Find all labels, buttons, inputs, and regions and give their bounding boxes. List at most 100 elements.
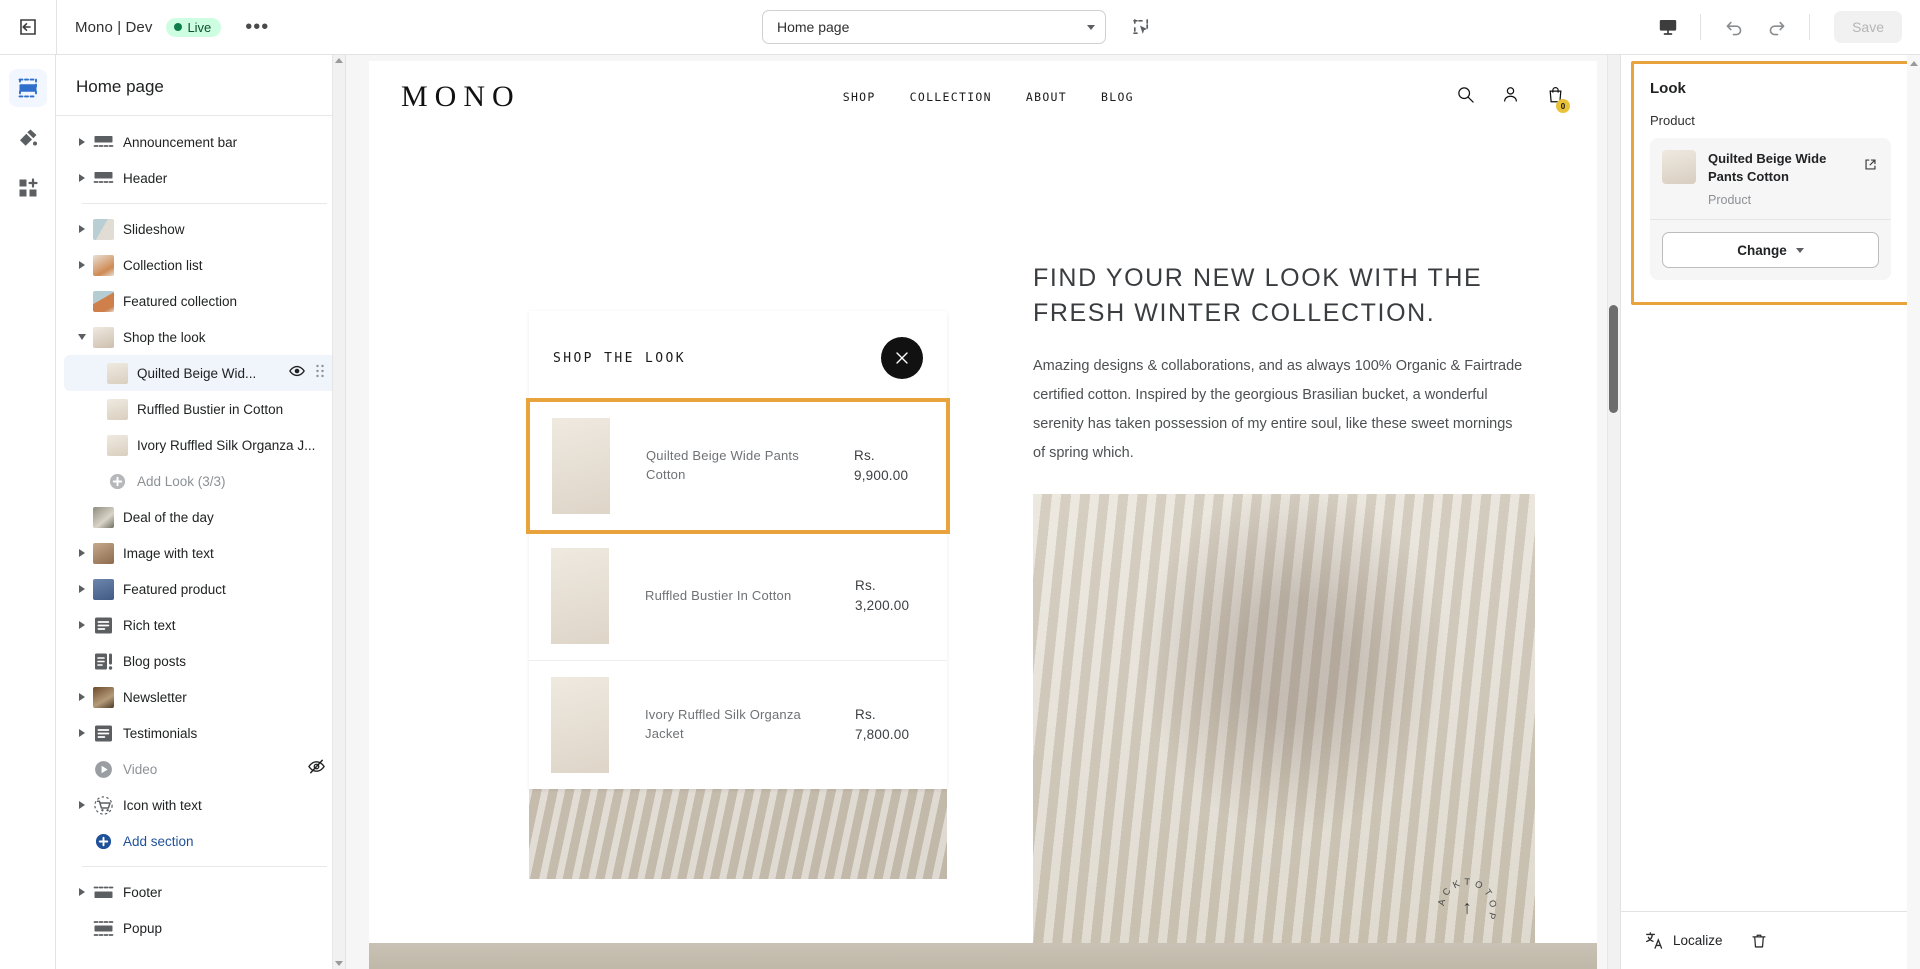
chevron-down-icon[interactable] — [74, 334, 90, 340]
sidebar-item-label: Popup — [123, 920, 163, 936]
preview-scrollbar-thumb[interactable] — [1609, 305, 1618, 413]
header-icon — [93, 168, 114, 189]
delete-block-button[interactable] — [1743, 925, 1775, 957]
chevron-right-icon[interactable] — [74, 621, 90, 629]
shop-the-look-item[interactable]: Ruffled Bustier In Cotton Rs. 3,200.00 — [529, 531, 947, 660]
sidebar-item-label: Rich text — [123, 617, 176, 633]
sidebar-item-header[interactable]: Header — [64, 160, 337, 196]
sidebar-item-add-section[interactable]: Add section — [64, 823, 337, 859]
shop-the-look-item[interactable]: Ivory Ruffled Silk Organza Jacket Rs. 7,8… — [529, 660, 947, 789]
sidebar-item-quilted-beige-wid[interactable]: Quilted Beige Wid... — [64, 355, 337, 391]
chevron-right-icon[interactable] — [74, 801, 90, 809]
sidebar-item-image-with-text[interactable]: Image with text — [64, 535, 337, 571]
exit-icon — [20, 19, 36, 35]
sidebar-item-popup[interactable]: Popup — [64, 910, 337, 946]
inspect-tool-button[interactable] — [1124, 10, 1158, 44]
sidebar-item-ruffled-bustier-in-cotton[interactable]: Ruffled Bustier in Cotton — [64, 391, 337, 427]
sidebar-item-label: Ruffled Bustier in Cotton — [137, 401, 284, 417]
product-field-label: Product — [1650, 113, 1695, 128]
localize-button[interactable]: Localize — [1637, 925, 1731, 956]
more-actions-button[interactable]: ••• — [237, 16, 277, 38]
storefront-nav[interactable]: SHOP COLLECTION ABOUT BLOG — [843, 90, 1134, 104]
slideshow-thumb — [93, 218, 114, 240]
product-name: Quilted Beige Wide Pants Cotton — [1708, 151, 1827, 184]
eye-icon[interactable] — [289, 363, 305, 384]
sidebar-item-deal-of-the-day[interactable]: Deal of the day — [64, 499, 337, 535]
shop-the-look-close-button[interactable] — [881, 337, 923, 379]
sidebar-item-slideshow[interactable]: Slideshow — [64, 211, 337, 247]
panel-scrollbar[interactable] — [1907, 55, 1920, 969]
account-icon — [1503, 87, 1517, 102]
sidebar-item-label: Testimonials — [123, 725, 198, 741]
storefront-header: MONO SHOP COLLECTION ABOUT BLOG 0 — [369, 61, 1597, 133]
sidebar-item-testimonials[interactable]: Testimonials — [64, 715, 337, 751]
product-thumbnail — [551, 548, 609, 644]
sidebar-item-featured-product[interactable]: Featured product — [64, 571, 337, 607]
account-button[interactable] — [1501, 85, 1520, 109]
sidebar-item-announcement-bar[interactable]: Announcement bar — [64, 124, 337, 160]
sidebar-item-shop-the-look[interactable]: Shop the look — [64, 319, 337, 355]
product-thumb — [107, 434, 128, 456]
chevron-right-icon[interactable] — [74, 174, 90, 182]
chevron-right-icon[interactable] — [74, 585, 90, 593]
change-button-wrapper: Change — [1650, 220, 1891, 280]
storefront-nav-item-about[interactable]: ABOUT — [1026, 90, 1067, 104]
exit-editor-button[interactable] — [0, 0, 56, 55]
redo-button[interactable] — [1755, 5, 1799, 49]
scroll-up-icon[interactable] — [335, 58, 343, 63]
trash-icon — [1751, 934, 1766, 948]
chevron-right-icon[interactable] — [74, 729, 90, 737]
chevron-right-icon[interactable] — [74, 138, 90, 146]
sidebar-item-icon-with-text[interactable]: Icon with text — [64, 787, 337, 823]
back-to-top-button[interactable]: B A C K T O T O P ↑ — [1431, 867, 1499, 940]
chevron-down-icon — [1795, 247, 1804, 253]
search-button[interactable] — [1456, 85, 1475, 109]
chevron-down-icon — [1087, 24, 1095, 30]
scroll-down-icon[interactable] — [335, 961, 343, 966]
storefront-nav-item-shop[interactable]: SHOP — [843, 90, 876, 104]
collection-list-thumb — [93, 254, 114, 276]
rail-item-sections[interactable] — [8, 69, 47, 107]
page-selector-value: Home page — [777, 19, 850, 35]
sidebar-item-label: Deal of the day — [123, 509, 214, 525]
chevron-right-icon[interactable] — [74, 261, 90, 269]
rail-item-apps[interactable] — [9, 169, 47, 207]
sidebar-item-ivory-ruffled-silk-organza-j[interactable]: Ivory Ruffled Silk Organza J... — [64, 427, 337, 463]
rail-item-theme-settings[interactable] — [9, 119, 47, 157]
preview-scrollbar[interactable] — [1607, 55, 1620, 969]
chevron-right-icon[interactable] — [74, 549, 90, 557]
sidebar-item-video[interactable]: Video — [64, 751, 337, 787]
chevron-right-icon[interactable] — [74, 888, 90, 896]
panel-title: Look — [1650, 80, 1686, 97]
cart-button[interactable]: 0 — [1546, 85, 1570, 113]
eye-off-icon[interactable] — [308, 758, 325, 780]
chevron-right-icon[interactable] — [74, 225, 90, 233]
sidebar-scrollbar[interactable] — [332, 55, 345, 969]
storefront-nav-item-blog[interactable]: BLOG — [1101, 90, 1134, 104]
open-product-button[interactable] — [1861, 158, 1879, 171]
sidebar-item-footer[interactable]: Footer — [64, 874, 337, 910]
sidebar-item-blog-posts[interactable]: Blog posts — [64, 643, 337, 679]
save-button[interactable]: Save — [1834, 11, 1902, 43]
drag-handle-icon[interactable] — [315, 363, 325, 384]
scroll-up-icon[interactable] — [1909, 61, 1918, 66]
shop-the-look-thumb — [93, 326, 114, 348]
sections-list[interactable]: Announcement bar Header Slideshow Collectio… — [56, 116, 345, 969]
sidebar-item-rich-text[interactable]: Rich text — [64, 607, 337, 643]
sidebar-item-collection-list[interactable]: Collection list — [64, 247, 337, 283]
sidebar-item-featured-collection[interactable]: Featured collection — [64, 283, 337, 319]
shop-the-look-item[interactable]: Quilted Beige Wide Pants Cotton Rs. 9,900… — [526, 398, 950, 534]
product-price: Rs. 7,800.00 — [855, 707, 910, 742]
undo-button[interactable] — [1711, 5, 1755, 49]
chevron-right-icon[interactable] — [74, 693, 90, 701]
sidebar-item-add-look-3-3[interactable]: Add Look (3/3) — [64, 463, 337, 499]
change-product-button[interactable]: Change — [1662, 232, 1879, 269]
device-preview-button[interactable] — [1646, 5, 1690, 49]
sidebar-item-label: Header — [123, 170, 168, 186]
preview-canvas: MONO SHOP COLLECTION ABOUT BLOG 0 SHOP T… — [346, 55, 1620, 969]
add-section-icon — [93, 831, 114, 852]
sidebar-separator — [82, 203, 327, 204]
page-selector[interactable]: Home page — [762, 10, 1106, 44]
sidebar-item-newsletter[interactable]: Newsletter — [64, 679, 337, 715]
storefront-nav-item-collection[interactable]: COLLECTION — [910, 90, 992, 104]
